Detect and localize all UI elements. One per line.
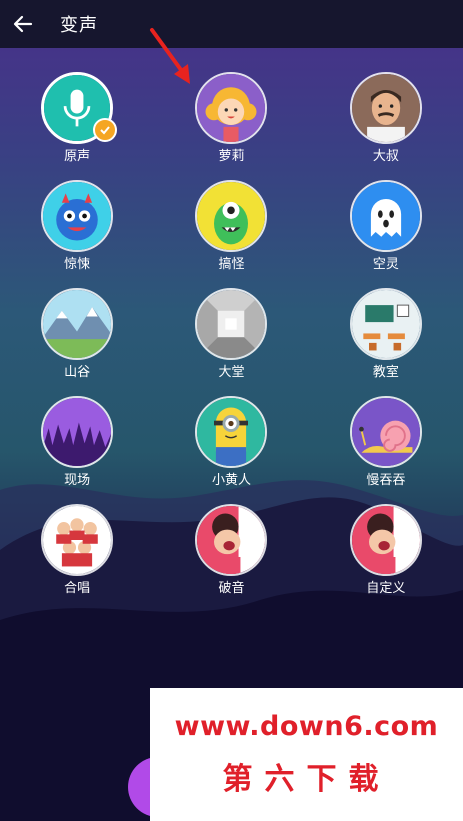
voice-label: 惊悚 [64, 257, 91, 272]
voice-item-uncle[interactable]: 大叔 [309, 72, 463, 166]
voice-item-chorus[interactable]: 合唱 [0, 504, 154, 598]
voice-label: 慢吞吞 [366, 473, 406, 488]
mountain-valley-icon [41, 288, 114, 360]
selected-check-icon [93, 118, 118, 142]
voice-item-ethereal[interactable]: 空灵 [309, 180, 463, 274]
fuzzy-monster-icon [41, 180, 114, 252]
voice-label: 山谷 [64, 365, 91, 380]
snail-icon [349, 396, 422, 468]
back-button[interactable] [0, 4, 46, 44]
voice-label: 合唱 [64, 581, 91, 596]
voice-label: 空灵 [372, 257, 399, 272]
voice-label: 小黄人 [211, 473, 251, 488]
back-arrow-icon [13, 15, 33, 33]
voice-label: 大堂 [218, 365, 245, 380]
watermark-name: 第六下载 [222, 762, 391, 797]
watermark-url: www.down6.com [174, 711, 439, 742]
page-title: 变声 [60, 15, 98, 36]
voice-label: 现场 [64, 473, 91, 488]
choir-icon [41, 504, 114, 576]
voice-item-loli[interactable]: 萝莉 [154, 72, 308, 166]
voice-item-original[interactable]: 原声 [0, 72, 154, 166]
voice-item-classroom[interactable]: 教室 [309, 288, 463, 382]
voice-item-valley[interactable]: 山谷 [0, 288, 154, 382]
minion-icon [195, 396, 268, 468]
green-monster-icon [195, 180, 268, 252]
loli-girl-icon [195, 72, 268, 144]
voice-effect-grid: 原声 萝莉 大叔 惊悚 搞怪 空灵 山谷 大堂 教室 现场 小黄人 慢吞吞 合唱… [0, 72, 463, 598]
top-bar: 变声 [0, 0, 463, 48]
ghost-icon [349, 180, 422, 252]
concert-crowd-icon [41, 396, 114, 468]
voice-label: 原声 [64, 149, 91, 164]
voice-label: 搞怪 [218, 257, 245, 272]
screaming-man-icon [195, 504, 268, 576]
voice-item-voice-crack[interactable]: 破音 [154, 504, 308, 598]
voice-item-hall[interactable]: 大堂 [154, 288, 308, 382]
voice-label: 破音 [218, 581, 245, 596]
voice-item-funny[interactable]: 搞怪 [154, 180, 308, 274]
watermark-overlay: www.down6.com 第六下载 [150, 688, 463, 821]
uncle-man-icon [349, 72, 422, 144]
voice-item-slow[interactable]: 慢吞吞 [309, 396, 463, 490]
voice-item-thriller[interactable]: 惊悚 [0, 180, 154, 274]
voice-label: 萝莉 [218, 149, 245, 164]
custom-voice-icon [349, 504, 422, 576]
voice-item-custom[interactable]: 自定义 [309, 504, 463, 598]
voice-item-live[interactable]: 现场 [0, 396, 154, 490]
voice-label: 教室 [372, 365, 399, 380]
voice-label: 大叔 [372, 149, 399, 164]
voice-item-minion[interactable]: 小黄人 [154, 396, 308, 490]
voice-label: 自定义 [366, 581, 406, 596]
classroom-icon [349, 288, 422, 360]
hall-room-icon [195, 288, 268, 360]
